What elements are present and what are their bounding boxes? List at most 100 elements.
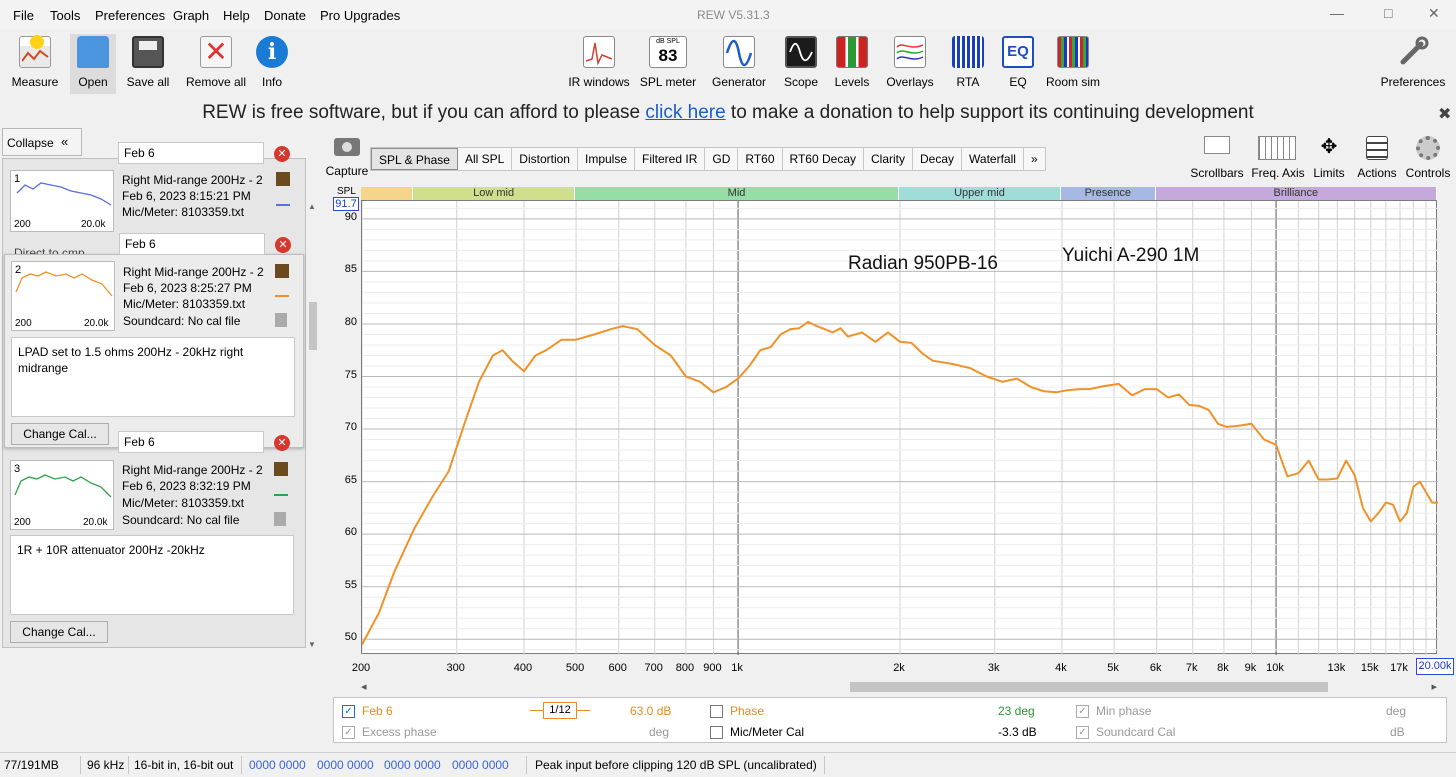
minimize-button[interactable]: — [1330,5,1344,21]
close-button[interactable]: ✕ [1428,5,1440,22]
tab-filtered-ir[interactable]: Filtered IR [635,148,706,170]
x-tick-label: 3k [987,662,1000,674]
scroll-left-icon[interactable]: ◂ [361,680,367,693]
tab-impulse[interactable]: Impulse [578,148,636,170]
x-tick-label: 500 [565,662,585,674]
maximize-button[interactable]: □ [1384,5,1392,21]
scroll-right-icon[interactable]: ▸ [1431,680,1437,693]
document-icon[interactable] [275,313,287,327]
peak-input: Peak input before clipping 120 dB SPL (u… [535,758,817,772]
spl-meter-icon: dB SPL 83 [649,36,687,68]
bit-depth: 16-bit in, 16-bit out [134,758,234,772]
smoothing-selector[interactable]: 1/12 [530,701,590,721]
x-tick-label: 13k [1327,662,1346,674]
save-all-button[interactable]: Save all [124,34,172,94]
tab-gd[interactable]: GD [705,148,739,170]
collapse-button[interactable]: Collapse « [2,128,82,156]
feb6-checkbox[interactable]: ✓ [342,705,355,718]
menu-help[interactable]: Help [223,8,250,23]
measurement-name-field[interactable]: Feb 6 [119,233,265,255]
open-button[interactable]: Open [70,34,116,94]
ir-windows-button[interactable]: IR windows [566,34,632,94]
mic-meter-cal-checkbox[interactable] [710,726,723,739]
x-tick-label: 900 [703,662,722,674]
delete-measurement-icon[interactable]: ✕ [274,146,290,162]
y-tick-label: 70 [344,421,357,434]
rta-button[interactable]: RTA [948,34,988,94]
measurement-flag-icon[interactable] [276,172,290,186]
y-axis-unit: SPL [337,186,356,197]
excess-phase-checkbox[interactable]: ✓ [342,726,355,739]
spl-graph[interactable]: Radian 950PB-16 Yuichi A-290 1M [361,200,1438,655]
menu-donate[interactable]: Donate [264,8,306,23]
info-button[interactable]: i Info [254,34,290,94]
change-cal-button[interactable]: Change Cal... [10,621,108,643]
graph-scrollbar[interactable]: ◂ ▸ [361,680,1437,694]
tab-decay[interactable]: Decay [913,148,963,170]
levels-button[interactable]: Levels [830,34,874,94]
window-title: REW V5.31.3 [697,8,770,22]
remove-all-icon: ✕ [200,36,232,68]
spl-value: 63.0 dB [630,704,672,718]
scrollbar-thumb[interactable] [850,682,1328,692]
scope-button[interactable]: Scope [780,34,822,94]
remove-all-button[interactable]: ✕ Remove all [183,34,249,94]
gear-icon [1416,136,1440,160]
y-tick-label: 65 [344,473,357,486]
tab-all-spl[interactable]: All SPL [458,148,513,170]
edit-line-icon[interactable] [276,192,290,206]
spl-meter-button[interactable]: dB SPL 83 SPL meter [638,34,698,94]
menu-graph[interactable]: Graph [173,8,209,23]
measurement-item[interactable]: 3 200 20.0k Feb 6 ✕ Right Mid-range 200H… [4,431,304,646]
measurement-flag-icon[interactable] [275,264,289,278]
measurement-name-field[interactable]: Feb 6 [118,431,264,453]
menu-tools[interactable]: Tools [50,8,80,23]
measure-button[interactable]: Measure [8,34,62,94]
preferences-button[interactable]: Preferences [1380,34,1446,94]
frequency-band: Brilliance [1155,187,1437,200]
edit-line-icon[interactable] [274,482,288,496]
document-icon[interactable] [274,512,286,526]
soundcard-cal-checkbox[interactable]: ✓ [1076,726,1089,739]
donate-link[interactable]: click here [645,102,725,123]
x-end-value[interactable]: 20.00k [1416,658,1454,675]
input-level: 0000 0000 [249,758,306,772]
status-bar: 77/191MB 96 kHz 16-bit in, 16-bit out 00… [0,752,1456,777]
edit-line-icon[interactable] [275,283,289,297]
measurement-item[interactable]: 2 200 20.0k Feb 6 ✕ Right Mid-range 200H… [4,233,304,448]
delete-measurement-icon[interactable]: ✕ [274,435,290,451]
graph-legend: ✓ Feb 6 1/12 63.0 dB Phase 23 deg ✓ Min … [333,697,1447,743]
x-tick-label: 6k [1149,662,1162,674]
room-sim-button[interactable]: Room sim [1044,34,1102,94]
x-tick-label: 7k [1185,662,1198,674]
y-tick-label: 80 [344,315,357,328]
tab-waterfall[interactable]: Waterfall [962,148,1024,170]
menu-file[interactable]: File [13,8,34,23]
change-cal-button[interactable]: Change Cal... [11,423,109,445]
donation-close-icon[interactable]: ✖ [1438,104,1451,124]
capture-button[interactable]: Capture [324,136,370,178]
menu-preferences[interactable]: Preferences [95,8,165,23]
eq-button[interactable]: EQ EQ [998,34,1038,94]
min-phase-value: deg [1386,704,1407,718]
menu-pro-upgrades[interactable]: Pro Upgrades [320,8,400,23]
soundcard-cal-label: Soundcard Cal [1096,725,1176,739]
memory-usage[interactable]: 77/191MB [4,758,59,772]
measurement-notes[interactable]: 1R + 10R attenuator 200Hz -20kHz [10,535,294,615]
measurement-name-field[interactable]: Feb 6 [118,142,264,164]
overlays-button[interactable]: Overlays [882,34,938,94]
min-phase-checkbox[interactable]: ✓ [1076,705,1089,718]
tab-spl-phase[interactable]: SPL & Phase [371,148,458,170]
tab-more[interactable]: » [1024,148,1045,170]
tab-clarity[interactable]: Clarity [864,148,914,170]
sidebar-scrollbar[interactable]: ▲ ▼ [307,200,319,652]
measurement-notes[interactable]: LPAD set to 1.5 ohms 200Hz - 20kHz right… [11,337,295,417]
phase-checkbox[interactable] [710,705,723,718]
tab-rt60-decay[interactable]: RT60 Decay [783,148,864,170]
generator-button[interactable]: Generator [708,34,770,94]
tab-rt60[interactable]: RT60 [738,148,783,170]
measurement-flag-icon[interactable] [274,462,288,476]
tab-distortion[interactable]: Distortion [512,148,578,170]
delete-measurement-icon[interactable]: ✕ [275,237,291,253]
graph-annotation: Yuichi A-290 1M [1062,245,1200,266]
